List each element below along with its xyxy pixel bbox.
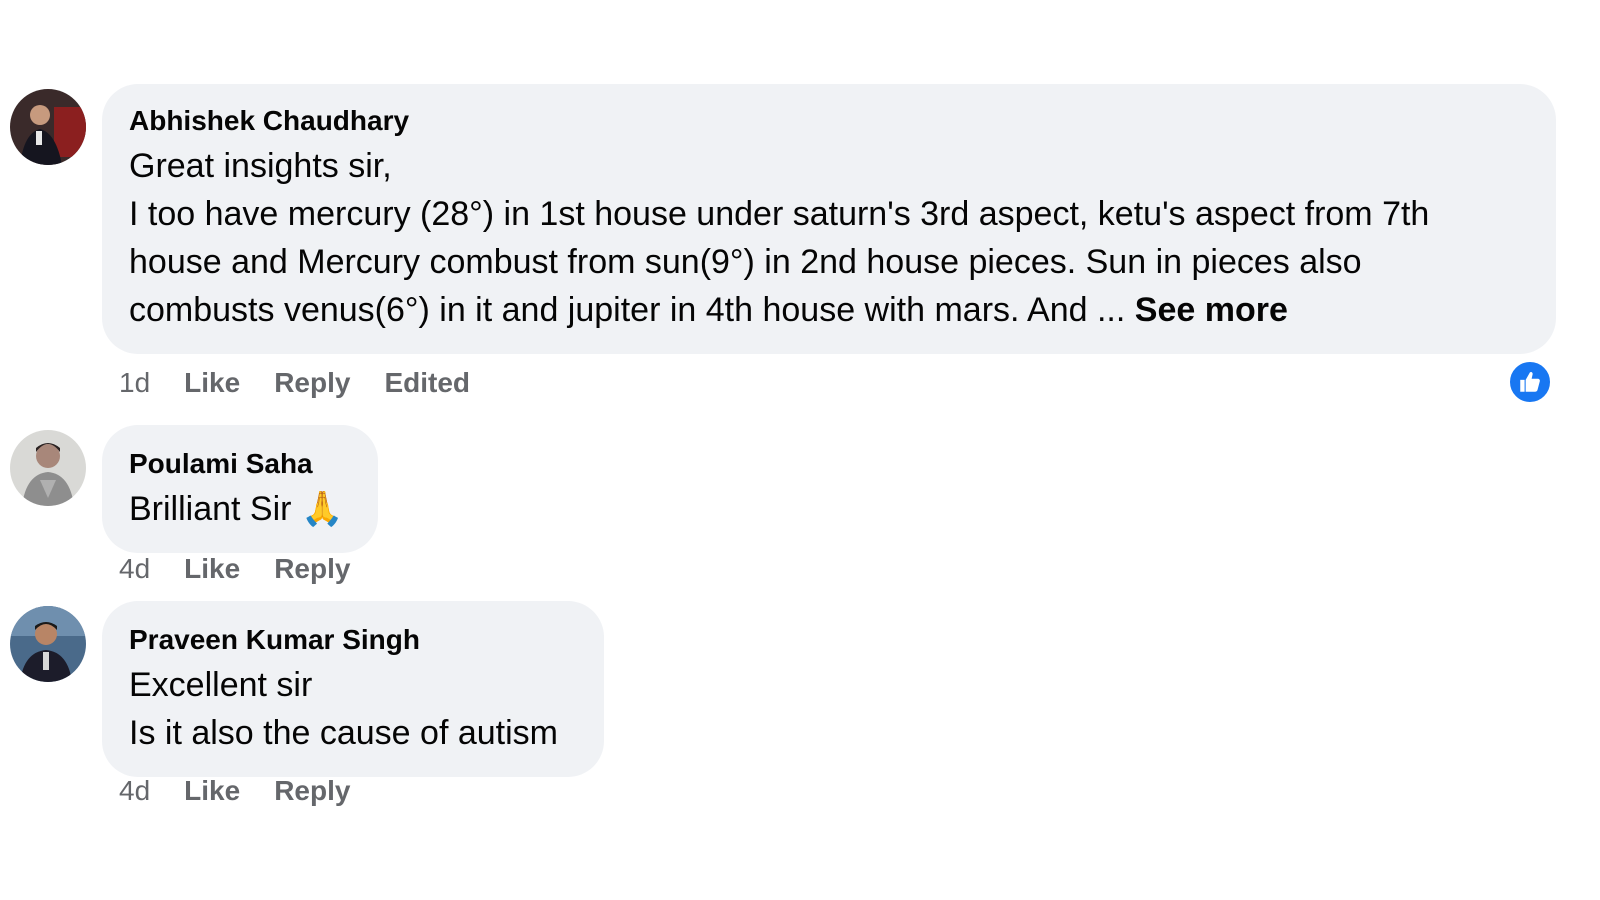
- profile-photo-icon: [10, 89, 86, 165]
- avatar[interactable]: [10, 430, 86, 506]
- comment-bubble: Abhishek Chaudhary Great insights sir, I…: [102, 84, 1556, 354]
- reply-button[interactable]: Reply: [274, 552, 350, 586]
- comment-actions: 4d Like Reply: [119, 774, 384, 808]
- comment-author[interactable]: Abhishek Chaudhary: [129, 104, 1528, 138]
- comment-author[interactable]: Praveen Kumar Singh: [129, 623, 576, 657]
- folded-hands-icon: 🙏: [300, 489, 344, 529]
- avatar[interactable]: [10, 89, 86, 165]
- comment-bubble: Poulami Saha Brilliant Sir 🙏: [102, 425, 378, 553]
- comment-timestamp[interactable]: 1d: [119, 366, 150, 400]
- comment-text-line: Brilliant Sir 🙏: [129, 485, 350, 533]
- thumbs-up-icon: [1520, 371, 1540, 392]
- see-more-link[interactable]: See more: [1135, 291, 1288, 329]
- comment-actions: 4d Like Reply: [119, 552, 384, 586]
- comment-text-line: I too have mercury (28°) in 1st house un…: [129, 195, 1430, 233]
- comment-actions: 1d Like Reply Edited: [119, 366, 504, 400]
- like-button[interactable]: Like: [184, 774, 240, 808]
- reply-button[interactable]: Reply: [274, 774, 350, 808]
- comment-text-line: house and Mercury combust from sun(9°) i…: [129, 243, 1362, 281]
- comment-timestamp[interactable]: 4d: [119, 552, 150, 586]
- comment-text: Brilliant Sir: [129, 490, 301, 528]
- comment-text-line: Great insights sir,: [129, 147, 392, 185]
- like-button[interactable]: Like: [184, 366, 240, 400]
- comment-text-line: Excellent sir: [129, 666, 313, 704]
- profile-photo-icon: [10, 606, 86, 682]
- comment-text: combusts venus(6°) in it and jupiter in …: [129, 291, 1135, 329]
- like-button[interactable]: Like: [184, 552, 240, 586]
- reply-button[interactable]: Reply: [274, 366, 350, 400]
- reaction-badge[interactable]: [1508, 360, 1552, 404]
- comment-text-line: Is it also the cause of autism: [129, 714, 558, 752]
- comment-bubble: Praveen Kumar Singh Excellent sir Is it …: [102, 601, 604, 777]
- profile-photo-icon: [10, 430, 86, 506]
- avatar[interactable]: [10, 606, 86, 682]
- edited-label: Edited: [384, 367, 470, 398]
- comment-timestamp[interactable]: 4d: [119, 774, 150, 808]
- comment-author[interactable]: Poulami Saha: [129, 447, 350, 481]
- comment-text-line-last: combusts venus(6°) in it and jupiter in …: [129, 286, 1528, 334]
